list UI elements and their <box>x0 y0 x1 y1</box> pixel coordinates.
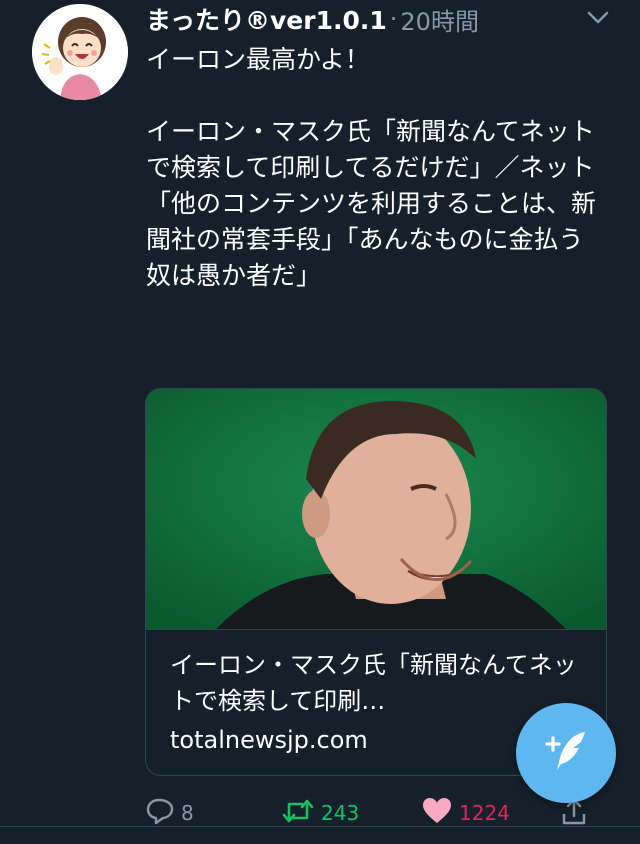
reply-button[interactable]: 8 <box>145 796 194 830</box>
timestamp[interactable]: 20時間 <box>400 2 479 37</box>
card-domain: totalnewsjp.com <box>170 726 368 754</box>
reply-count: 8 <box>181 801 194 825</box>
compose-tweet-icon <box>539 724 593 782</box>
compose-tweet-button[interactable] <box>516 703 616 803</box>
separator-dot: · <box>389 5 398 33</box>
like-button[interactable]: 1224 <box>421 796 510 830</box>
retweet-icon <box>281 796 315 830</box>
card-image <box>146 389 606 630</box>
like-count: 1224 <box>459 801 510 825</box>
reply-icon <box>145 796 175 830</box>
avatar-illustration <box>32 4 128 100</box>
avatar[interactable] <box>32 4 128 100</box>
display-name[interactable]: まったり®ver1.0.1 <box>146 1 387 37</box>
card-title: イーロン・マスク氏「新聞なんてネットで検索して印刷… <box>170 651 577 715</box>
retweet-button[interactable]: 243 <box>281 796 359 830</box>
tweet-header: まったり®ver1.0.1 · 20時間 <box>146 2 610 36</box>
tweet-text: イーロン最高かよ！ イーロン・マスク氏「新聞なんてネットで検索して印刷してるだけ… <box>146 45 597 290</box>
chevron-down-icon[interactable] <box>586 6 610 30</box>
retweet-count: 243 <box>321 801 360 825</box>
divider <box>0 826 640 827</box>
heart-icon <box>421 796 453 830</box>
